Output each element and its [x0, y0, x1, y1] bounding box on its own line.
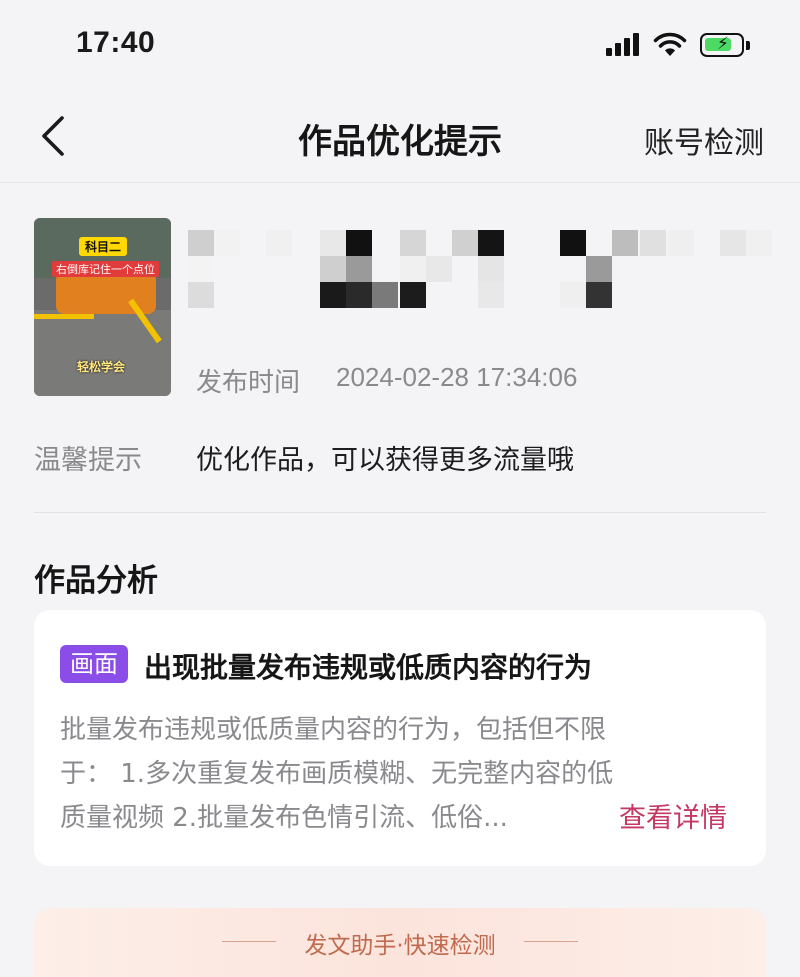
account-check-button[interactable]: 账号检测: [644, 118, 764, 162]
nav-divider: [0, 182, 800, 183]
status-icons: ⚡: [604, 30, 754, 60]
tip-label: 温馨提示: [34, 445, 142, 476]
video-title-pixelated: [188, 230, 776, 310]
issue-tag: 画面: [60, 645, 128, 683]
issue-description-line: 批量发布违规或低质量内容的行为，包括但不限: [60, 715, 607, 745]
status-bar: 17:40 ⚡: [0, 0, 800, 90]
video-thumbnail[interactable]: 科目二 右倒库记住一个点位 轻松学会: [34, 218, 171, 396]
analysis-section-title: 作品分析: [34, 563, 158, 599]
thumbnail-badge: 科目二: [79, 237, 128, 256]
helper-divider-right: [524, 941, 578, 942]
tip-text: 优化作品，可以获得更多流量哦: [196, 445, 574, 476]
publish-time-label: 发布时间: [196, 368, 301, 398]
status-time: 17:40: [76, 26, 156, 59]
view-details-link[interactable]: 查看详情: [619, 796, 727, 835]
thumbnail-caption: 右倒库记住一个点位: [52, 261, 159, 277]
issue-description-line: 于： 1.多次重复发布画质模糊、无完整内容的低: [60, 759, 614, 789]
thumbnail-watermark: 轻松学会: [77, 360, 126, 374]
quick-check-card[interactable]: 发文助手·快速检测: [34, 908, 766, 977]
publish-time-value: 2024-02-28 17:34:06: [336, 362, 578, 392]
quick-check-title: 发文助手·快速检测: [304, 933, 496, 959]
analysis-card: 画面 出现批量发布违规或低质内容的行为 批量发布违规或低质量内容的行为，包括但不…: [34, 610, 766, 866]
wifi-icon: [653, 32, 687, 56]
section-divider: [34, 512, 766, 513]
issue-title: 出现批量发布违规或低质内容的行为: [144, 651, 593, 684]
nav-bar: 作品优化提示 账号检测: [0, 90, 800, 182]
